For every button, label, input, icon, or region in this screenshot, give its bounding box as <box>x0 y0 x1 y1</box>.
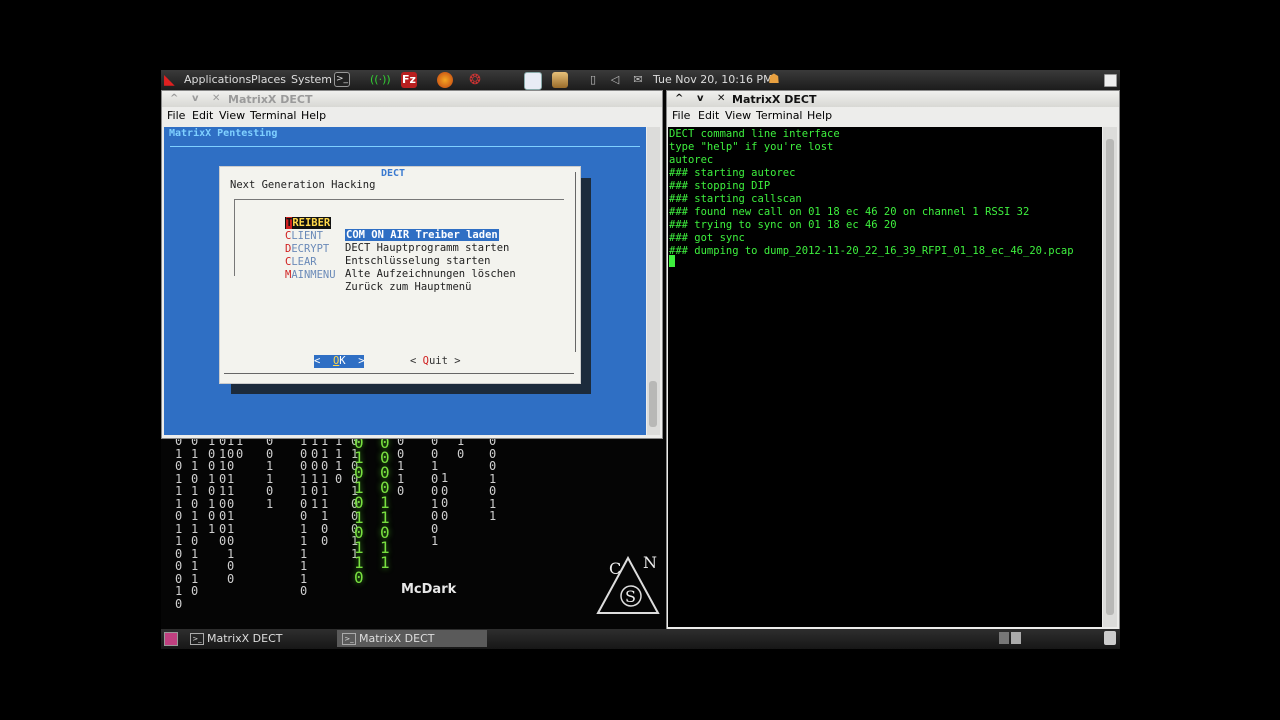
filezilla-icon[interactable]: Fz <box>401 72 417 88</box>
minimize-button[interactable]: ^ <box>170 93 178 104</box>
right-scrollbar-thumb[interactable] <box>1106 139 1114 615</box>
terminal-icon: >_ <box>342 633 356 645</box>
applications-menu[interactable]: Applications <box>184 73 251 86</box>
user-icon[interactable]: ☗ <box>766 72 782 88</box>
window-title: MatrixX DECT <box>732 93 817 106</box>
menu-terminal[interactable]: Terminal <box>756 109 803 122</box>
backtitle: MatrixX Pentesting <box>169 128 278 139</box>
logo-letter-s: S <box>625 587 636 606</box>
terminal-cursor <box>669 255 675 267</box>
distro-logo-icon[interactable]: ◣ <box>164 72 180 88</box>
dialog-terminal-area[interactable]: MatrixX Pentesting DECT Next Generation … <box>164 127 646 435</box>
terminal-line: ### trying to sync on 01 18 ec 46 20 <box>669 219 897 231</box>
mail-icon[interactable]: ✉ <box>630 72 646 88</box>
quit-button[interactable]: < Quit > <box>410 355 470 368</box>
workspace-1-icon[interactable] <box>999 632 1009 644</box>
menu-edit[interactable]: Edit <box>698 109 719 122</box>
menu-option-clear[interactable]: CLEAR Alte Aufzeichnungen löschen <box>285 244 565 280</box>
menu-option-decrypt[interactable]: DECRYPT Entschlüsselung starten <box>285 231 565 267</box>
minimize-button[interactable]: ^ <box>675 93 683 104</box>
bottom-taskbar: >_ MatrixX DECT >_ MatrixX DECT <box>161 629 1120 649</box>
terminal-line: ### starting callscan <box>669 193 802 205</box>
taskbar-item-label: MatrixX DECT <box>207 632 283 645</box>
terminal-line: ### starting autorec <box>669 167 796 179</box>
left-scrollbar-thumb[interactable] <box>649 381 657 427</box>
left-scrollbar[interactable] <box>647 127 660 435</box>
ok-button[interactable]: < OK > <box>314 355 365 368</box>
terminal-output[interactable]: DECT command line interface type "help" … <box>668 127 1102 627</box>
maximize-button[interactable]: v <box>192 93 199 104</box>
places-menu[interactable]: Places <box>251 73 286 86</box>
workspace-2-icon[interactable] <box>1011 632 1021 644</box>
system-menu[interactable]: System <box>291 73 332 86</box>
terminal-line: ### dumping to dump_2012-11-20_22_16_39_… <box>669 245 1074 257</box>
menu-option-treiber[interactable]: TREIBER COM ON AIR Treiber laden <box>285 205 565 241</box>
close-button[interactable]: ✕ <box>212 93 220 104</box>
desktop-screen: ◣ Applications Places System >_ ((·)) Fz… <box>161 70 1120 649</box>
dialog-subtitle: Next Generation Hacking <box>230 179 376 191</box>
left-window-menubar: File Edit View Terminal Help <box>162 107 662 124</box>
taskbar-item-right-terminal[interactable]: >_ MatrixX DECT <box>337 630 487 647</box>
menu-edit[interactable]: Edit <box>192 109 213 122</box>
dialog-right-border <box>575 172 576 352</box>
right-scrollbar[interactable] <box>1103 127 1117 627</box>
terminal-line: ### found new call on 01 18 ec 46 20 on … <box>669 206 1030 218</box>
dialog-bottom-border <box>224 373 574 374</box>
dialog-title: DECT <box>380 168 406 179</box>
package-icon[interactable] <box>552 72 568 88</box>
left-window-titlebar[interactable]: ^ v ✕ MatrixX DECT <box>162 91 662 107</box>
menu-option-client[interactable]: CLIENT DECT Hauptprogramm starten <box>285 218 565 254</box>
dect-dialog: DECT Next Generation Hacking TREIBER COM… <box>219 166 581 384</box>
wireshark-icon[interactable]: ❂ <box>467 72 483 88</box>
cns-logo-icon: C N S <box>596 553 660 614</box>
right-terminal-window[interactable]: ^ v ✕ MatrixX DECT File Edit View Termin… <box>666 90 1120 630</box>
text-editor-icon[interactable] <box>524 72 542 90</box>
right-window-titlebar[interactable]: ^ v ✕ MatrixX DECT <box>667 91 1119 107</box>
menu-view[interactable]: View <box>219 109 245 122</box>
taskbar-item-left-terminal[interactable]: >_ MatrixX DECT <box>185 630 357 647</box>
battery-icon[interactable]: ▯ <box>585 72 601 88</box>
menu-help[interactable]: Help <box>807 109 832 122</box>
logo-letter-n: N <box>643 553 657 572</box>
right-window-menubar: File Edit View Terminal Help <box>667 107 1119 124</box>
terminal-line: type "help" if you're lost <box>669 141 834 153</box>
terminal-line: DECT command line interface <box>669 128 840 140</box>
terminal-icon: >_ <box>190 633 204 645</box>
menu-list: TREIBER COM ON AIR Treiber laden CLIENT … <box>234 199 565 293</box>
notification-area-icon[interactable] <box>1104 74 1117 87</box>
network-icon[interactable]: ((·)) <box>370 72 391 88</box>
volume-icon[interactable]: ◁ <box>607 72 623 88</box>
trash-icon[interactable] <box>1104 631 1116 645</box>
matrix-wallpaper: 0 1 0 1 1 1 0 1 1 0 0 0 1 0 0 1 1 0 1 0 … <box>175 433 497 611</box>
menu-option-mainmenu[interactable]: MAINMENU Zurück zum Hauptmenü <box>285 257 565 293</box>
top-panel: ◣ Applications Places System >_ ((·)) Fz… <box>161 70 1120 90</box>
show-desktop-icon[interactable] <box>164 632 178 646</box>
backtitle-rule <box>170 146 640 147</box>
terminal-line: autorec <box>669 154 714 166</box>
menu-view[interactable]: View <box>725 109 751 122</box>
left-terminal-window[interactable]: ^ v ✕ MatrixX DECT File Edit View Termin… <box>161 90 663 439</box>
taskbar-item-label: MatrixX DECT <box>359 632 435 645</box>
terminal-icon[interactable]: >_ <box>334 72 350 87</box>
terminal-line: ### got sync <box>669 232 745 244</box>
menu-file[interactable]: File <box>167 109 185 122</box>
mcdark-label: McDark <box>401 582 457 597</box>
menu-file[interactable]: File <box>672 109 690 122</box>
logo-letter-c: C <box>609 559 621 578</box>
close-button[interactable]: ✕ <box>717 93 725 104</box>
menu-help[interactable]: Help <box>301 109 326 122</box>
firefox-icon[interactable] <box>437 72 453 88</box>
terminal-line: ### stopping DIP <box>669 180 771 192</box>
clock[interactable]: Tue Nov 20, 10:16 PM <box>653 73 773 86</box>
maximize-button[interactable]: v <box>697 93 704 104</box>
menu-terminal[interactable]: Terminal <box>250 109 297 122</box>
window-title: MatrixX DECT <box>228 93 313 106</box>
